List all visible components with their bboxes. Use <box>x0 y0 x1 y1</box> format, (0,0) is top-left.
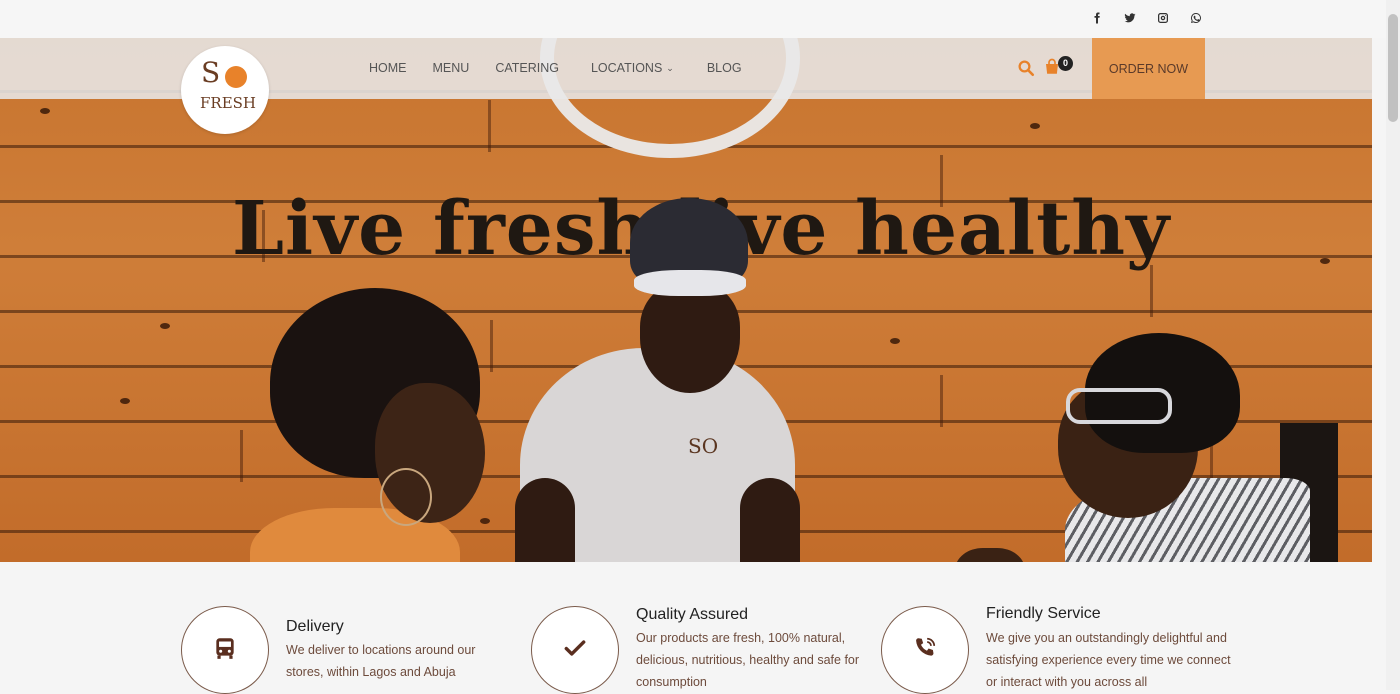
nav-item-locations[interactable]: LOCATIONS ⌄ <box>591 61 674 75</box>
feature-description: Our products are fresh, 100% natural, de… <box>636 631 860 689</box>
feature-title: Friendly Service <box>986 605 1101 622</box>
person-right-glasses <box>1066 388 1172 424</box>
wood-plank-seam <box>1150 265 1153 317</box>
top-social-bar <box>0 0 1386 38</box>
nav-item-catering[interactable]: CATERING <box>495 61 559 75</box>
wood-plank-seam <box>240 430 243 482</box>
hoop-earring <box>380 468 432 526</box>
nav-item-home[interactable]: HOME <box>369 61 407 75</box>
wood-knot <box>480 518 490 524</box>
person-right-hand <box>955 548 1025 562</box>
logo-top-text: S <box>201 56 220 89</box>
cart-count-badge: 0 <box>1058 56 1073 71</box>
feature-title: Quality Assured <box>636 606 749 623</box>
feature-icon-circle <box>181 606 269 694</box>
wood-knot <box>40 108 50 114</box>
phone-icon <box>912 635 938 666</box>
wood-knot <box>160 323 170 329</box>
shirt-logo: SO <box>688 434 719 458</box>
chevron-down-icon: ⌄ <box>666 63 674 73</box>
wood-plank-seam <box>490 320 493 372</box>
feature-description: We give you an outstandingly delightful … <box>986 631 1231 689</box>
logo-orange-dot <box>225 66 247 88</box>
wood-plank-seam <box>940 375 943 427</box>
facebook-icon[interactable] <box>1090 10 1104 26</box>
feature-icon-circle <box>881 606 969 694</box>
checkmark-icon <box>562 635 588 666</box>
feature-title: Delivery <box>286 618 344 635</box>
features-section: Delivery We deliver to locations around … <box>0 562 1386 694</box>
feature-description: We deliver to locations around our store… <box>286 643 476 679</box>
wood-plank-seam <box>488 100 491 152</box>
feature-icon-circle <box>531 606 619 694</box>
logo-bottom-text: FRESH <box>200 94 257 112</box>
person-center-headband <box>634 270 746 296</box>
person-center-arm <box>740 478 800 562</box>
main-navbar: S FRESH HOME MENU CATERING LOCATIONS ⌄ BL… <box>0 38 1372 134</box>
person-center-face <box>640 283 740 393</box>
nav-item-menu[interactable]: MENU <box>433 61 470 75</box>
delivery-bus-icon <box>212 635 238 666</box>
social-links <box>1090 10 1203 26</box>
whatsapp-icon[interactable] <box>1189 10 1203 26</box>
nav-item-blog[interactable]: BLOG <box>707 61 742 75</box>
nav-menu: HOME MENU CATERING LOCATIONS ⌄ BLOG <box>369 61 742 75</box>
instagram-icon[interactable] <box>1156 10 1170 26</box>
search-icon[interactable] <box>1017 59 1035 77</box>
scrollbar-thumb[interactable] <box>1388 14 1398 122</box>
wood-knot <box>890 338 900 344</box>
wood-knot <box>1320 258 1330 264</box>
nav-item-locations-label: LOCATIONS <box>590 61 663 75</box>
page-scrollbar[interactable] <box>1386 0 1400 690</box>
wood-knot <box>120 398 130 404</box>
brand-logo[interactable]: S FRESH <box>181 46 269 134</box>
order-now-button[interactable]: ORDER NOW <box>1092 38 1205 99</box>
twitter-icon[interactable] <box>1123 10 1137 26</box>
person-center-arm <box>515 478 575 562</box>
wood-knot <box>1030 123 1040 129</box>
